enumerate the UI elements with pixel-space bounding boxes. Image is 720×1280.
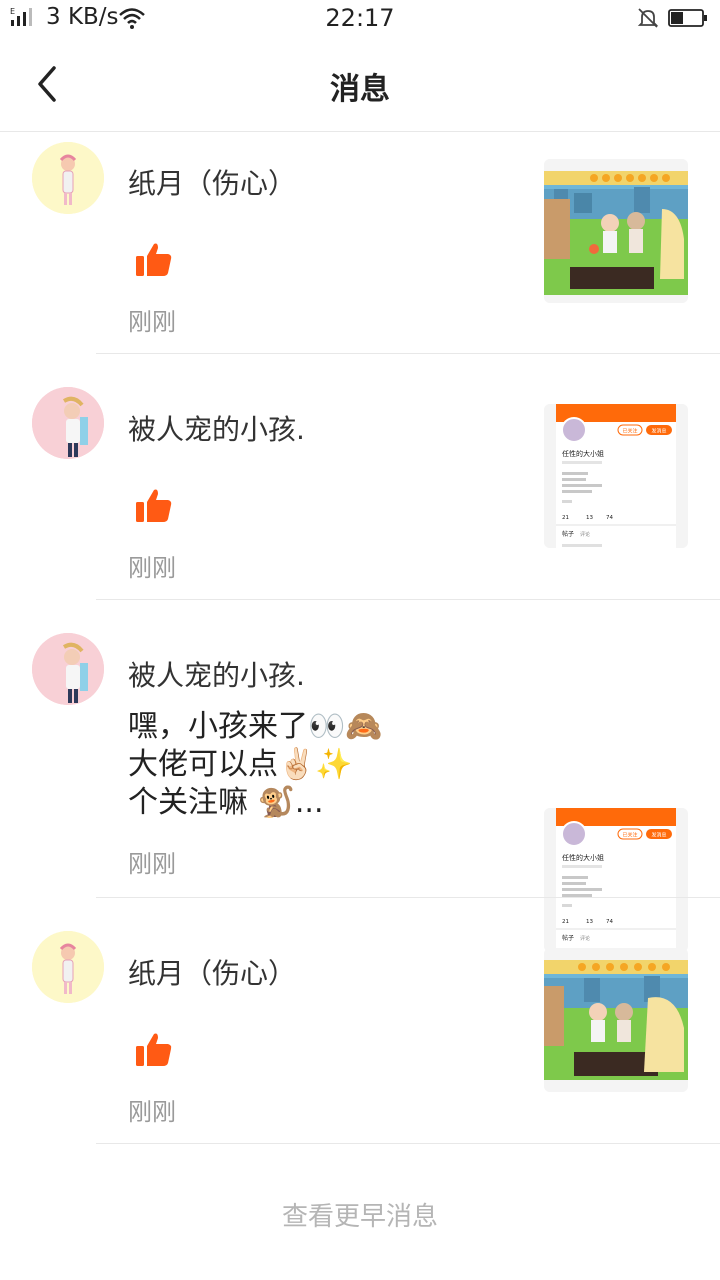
comment-text: 嘿，小孩来了👀🙈 大佬可以点✌🏻✨ 个关注嘛 🐒... [128, 709, 383, 820]
username[interactable]: 纸月（伤心） [128, 952, 296, 992]
svg-text:评论: 评论 [580, 531, 590, 538]
thumbs-up-icon [136, 489, 172, 522]
profile-page-image: 已关注 发消息 任性的大小姐 21 13 74 帖子 评论 [544, 404, 688, 548]
svg-text:帖子: 帖子 [562, 530, 574, 538]
post-thumbnail[interactable] [544, 159, 688, 303]
list-item[interactable]: 纸月（伤心） 刚刚 [0, 132, 720, 354]
username[interactable]: 纸月（伤心） [128, 162, 296, 202]
svg-text:发消息: 发消息 [651, 832, 666, 839]
svg-text:已关注: 已关注 [622, 428, 637, 435]
svg-text:发消息: 发消息 [651, 428, 666, 435]
game-scene-image [544, 159, 688, 303]
timestamp: 刚刚 [128, 1098, 176, 1126]
divider [96, 1143, 720, 1144]
timestamp: 刚刚 [128, 554, 176, 582]
post-thumbnail[interactable] [544, 948, 688, 1092]
username[interactable]: 被人宠的小孩. [128, 408, 305, 448]
svg-text:已关注: 已关注 [622, 832, 637, 839]
avatar[interactable] [32, 142, 104, 214]
username[interactable]: 被人宠的小孩. [128, 654, 305, 694]
status-bar: E 3 KB/s 22:17 [0, 0, 720, 38]
battery-icon [668, 9, 707, 27]
thumbs-up-icon [136, 1033, 172, 1066]
svg-text:21: 21 [562, 515, 569, 521]
list-item[interactable]: 被人宠的小孩. 刚刚 已关注 发消息 任性的大小姐 21 13 74 帖子 评论 [0, 354, 720, 600]
svg-text:任性的大小姐: 任性的大小姐 [562, 853, 604, 862]
post-thumbnail[interactable]: 已关注 发消息 任性的大小姐 21 13 74 帖子 评论 [544, 404, 688, 548]
header: 消息 [0, 38, 720, 132]
clock: 22:17 [325, 4, 395, 32]
view-earlier-messages-link[interactable]: 查看更早消息 [0, 1196, 720, 1233]
avatar[interactable] [32, 931, 104, 1003]
game-scene-image [544, 948, 688, 1092]
bell-muted-icon [637, 8, 659, 28]
thumbs-up-icon [136, 243, 172, 276]
page-title: 消息 [330, 72, 390, 107]
timestamp: 刚刚 [128, 308, 176, 336]
list-item[interactable]: 被人宠的小孩. 嘿，小孩来了👀🙈 大佬可以点✌🏻✨ 个关注嘛 🐒... 刚刚 已… [0, 600, 720, 952]
svg-text:13: 13 [586, 515, 593, 521]
avatar[interactable] [32, 633, 104, 705]
timestamp: 刚刚 [128, 850, 176, 878]
avatar[interactable] [32, 387, 104, 459]
svg-text:74: 74 [606, 515, 613, 521]
list-item[interactable]: 纸月（伤心） 刚刚 [0, 898, 720, 1144]
svg-text:任性的大小姐: 任性的大小姐 [562, 449, 604, 458]
